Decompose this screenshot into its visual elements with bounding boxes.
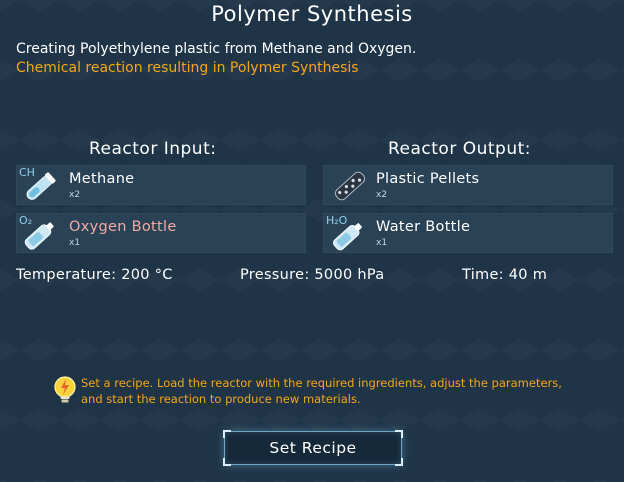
input-item-name: Methane — [69, 171, 135, 187]
input-slot-methane[interactable]: CH Methane x2 — [16, 165, 306, 205]
input-item-qty: x1 — [69, 238, 81, 248]
button-corner — [395, 430, 403, 438]
water-bottle-icon: H₂O — [325, 213, 375, 253]
page-title: Polymer Synthesis — [211, 2, 413, 26]
recipe-subdescription: Chemical reaction resulting in Polymer S… — [16, 60, 359, 76]
svg-text:H₂O: H₂O — [326, 214, 348, 227]
reactor-input-heading: Reactor Input: — [89, 139, 217, 159]
pressure-readout: Pressure: 5000 hPa — [240, 267, 385, 283]
input-slot-oxygen-bottle[interactable]: O₂ Oxygen Bottle x1 — [16, 213, 306, 253]
set-recipe-label: Set Recipe — [269, 439, 357, 457]
output-item-qty: x1 — [376, 238, 388, 248]
reactor-output-heading: Reactor Output: — [388, 139, 532, 159]
methane-tube-icon: CH — [18, 165, 68, 205]
button-corner — [223, 430, 231, 438]
lightbulb-icon — [52, 375, 78, 405]
output-slot-water-bottle[interactable]: H₂O Water Bottle x1 — [323, 213, 613, 253]
output-item-name: Plastic Pellets — [376, 171, 480, 187]
time-readout: Time: 40 m — [462, 267, 548, 283]
output-item-name: Water Bottle — [376, 219, 471, 235]
input-item-name: Oxygen Bottle — [69, 219, 177, 235]
button-corner — [223, 458, 231, 466]
input-item-qty: x2 — [69, 190, 81, 200]
oxygen-bottle-icon: O₂ — [18, 213, 68, 253]
svg-text:O₂: O₂ — [19, 214, 32, 227]
temperature-readout: Temperature: 200 °C — [16, 267, 173, 283]
svg-text:CH: CH — [19, 166, 35, 179]
set-recipe-button[interactable]: Set Recipe — [223, 430, 403, 466]
recipe-description: Creating Polyethylene plastic from Metha… — [16, 41, 417, 57]
hint-box: Set a recipe. Load the reactor with the … — [52, 373, 572, 409]
button-corner — [395, 458, 403, 466]
output-slot-plastic-pellets[interactable]: Plastic Pellets x2 — [323, 165, 613, 205]
hint-text: Set a recipe. Load the reactor with the … — [81, 376, 562, 406]
plastic-pellets-icon — [325, 165, 375, 205]
output-item-qty: x2 — [376, 190, 388, 200]
